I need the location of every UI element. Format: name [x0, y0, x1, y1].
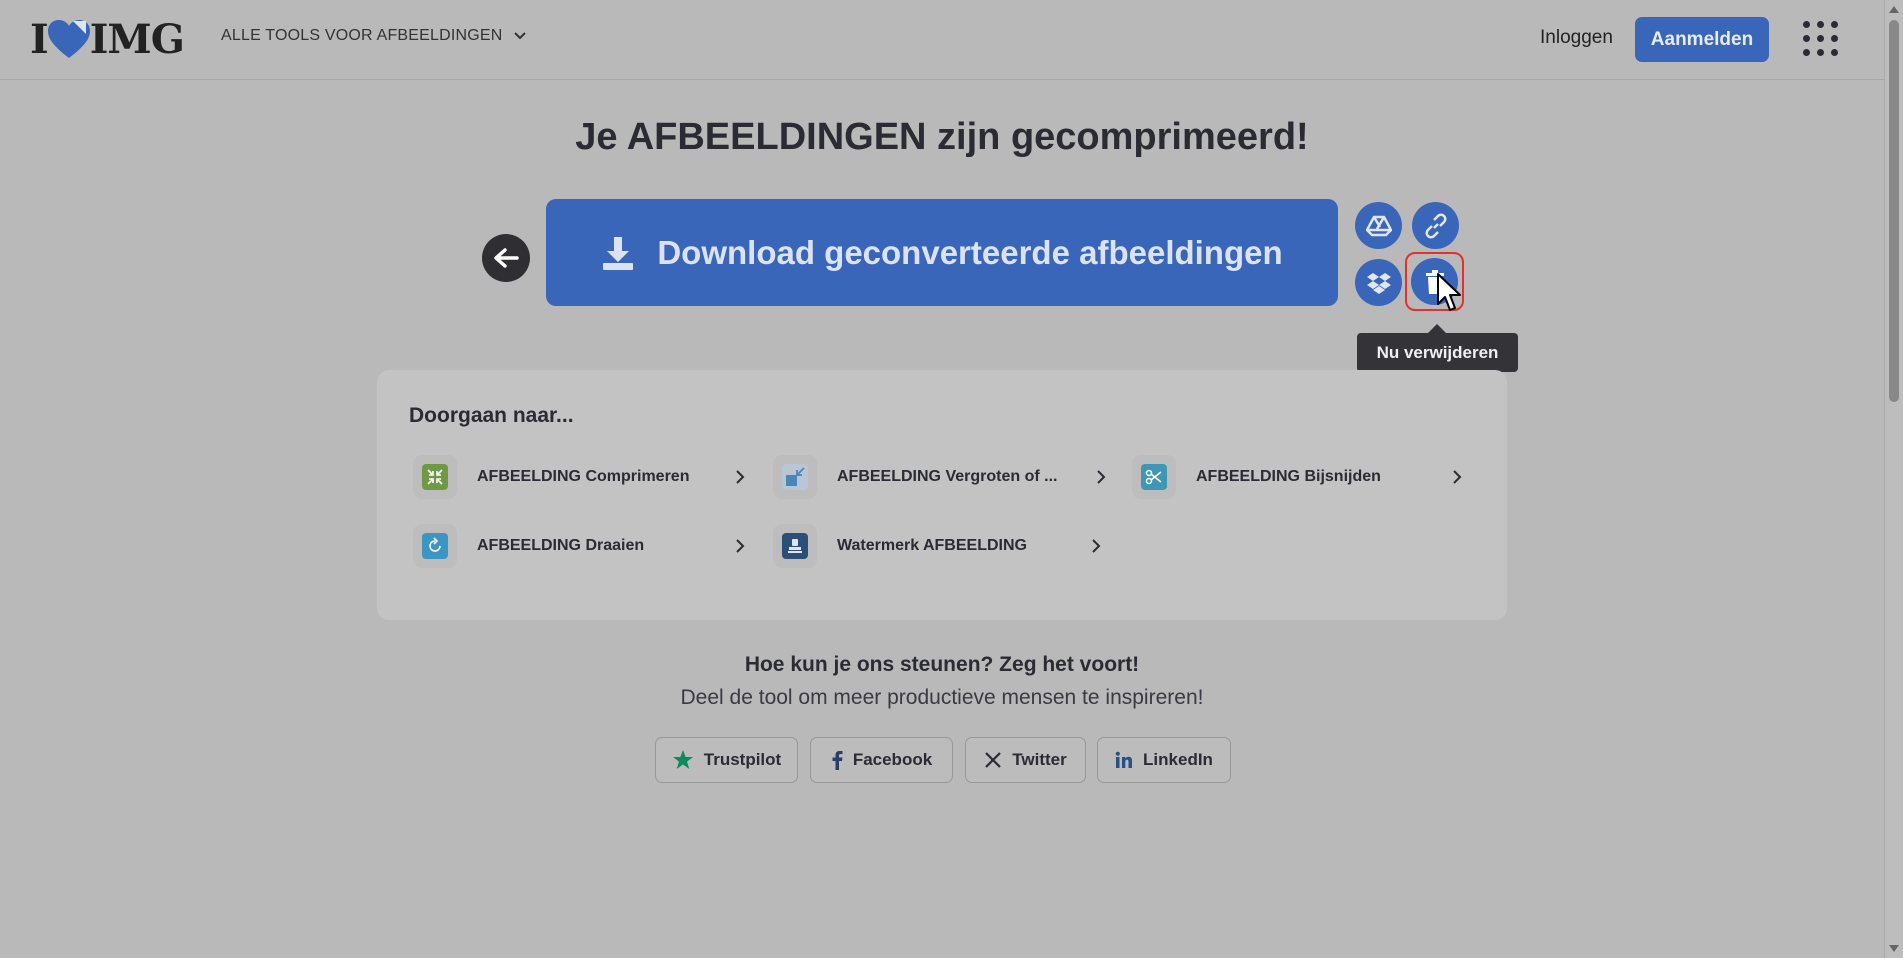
link-icon — [1425, 213, 1446, 238]
apps-grid-icon[interactable] — [1803, 21, 1839, 57]
download-label: Download geconverteerde afbeeldingen — [657, 233, 1283, 271]
support-title: Hoe kun je ons steunen? Zeg het voort! — [744, 653, 1140, 676]
rotate-icon — [413, 524, 457, 568]
stamp-icon — [773, 524, 817, 568]
compress-icon — [413, 455, 457, 499]
star-icon — [672, 750, 693, 769]
tool-label: AFBEELDING Bijsnijden — [1196, 468, 1381, 485]
google-drive-button[interactable] — [1355, 202, 1402, 249]
tool-rotate[interactable]: AFBEELDING Draaien — [413, 521, 745, 571]
scrollbar-thumb[interactable] — [1889, 20, 1899, 402]
vertical-scrollbar[interactable] — [1884, 0, 1903, 958]
download-button[interactable]: Download geconverteerde afbeeldingen — [546, 199, 1338, 306]
download-icon — [603, 236, 634, 270]
ilovimg-logo[interactable]: I IMG — [30, 15, 185, 63]
top-header: I IMG ALLE TOOLS VOOR AFBEELDINGEN Inlog… — [0, 0, 1884, 80]
scissors-icon — [1132, 455, 1176, 499]
delete-tooltip: Nu verwijderen — [1357, 324, 1518, 372]
tool-crop[interactable]: AFBEELDING Bijsnijden — [1132, 452, 1467, 502]
continue-heading: Doorgaan naar... — [409, 404, 574, 427]
logo-text-img: IMG — [89, 15, 185, 63]
tool-label: Watermerk AFBEELDING — [837, 537, 1027, 554]
twitter-label: Twitter — [1012, 750, 1067, 769]
continue-panel: Doorgaan naar... AFBEELDING Comprimeren … — [377, 370, 1507, 620]
facebook-button[interactable]: Facebook — [810, 737, 953, 783]
chevron-right-icon — [1097, 470, 1106, 484]
signup-button[interactable]: Aanmelden — [1635, 17, 1769, 62]
resize-icon — [773, 455, 817, 499]
linkedin-icon — [1115, 751, 1133, 768]
google-drive-icon — [1365, 215, 1392, 236]
back-button[interactable] — [482, 234, 530, 282]
dropbox-icon — [1366, 272, 1391, 294]
linkedin-button[interactable]: LinkedIn — [1097, 737, 1231, 783]
heart-icon — [47, 20, 90, 58]
chevron-right-icon — [736, 470, 745, 484]
mouse-cursor-icon — [1437, 273, 1461, 311]
chevron-right-icon — [1453, 470, 1462, 484]
chevron-right-icon — [736, 539, 745, 553]
x-twitter-icon — [985, 752, 1002, 768]
trustpilot-label: Trustpilot — [703, 750, 782, 769]
dropbox-button[interactable] — [1355, 259, 1402, 306]
scroll-up-arrow-icon[interactable] — [1889, 6, 1899, 13]
copy-link-button[interactable] — [1412, 202, 1459, 249]
chevron-down-icon — [513, 32, 526, 40]
trustpilot-button[interactable]: Trustpilot — [655, 737, 798, 783]
tool-label: AFBEELDING Draaien — [477, 537, 645, 554]
tool-label: AFBEELDING Vergroten of ... — [837, 468, 1058, 485]
all-tools-label: ALLE TOOLS VOOR AFBEELDINGEN — [221, 27, 503, 44]
chevron-right-icon — [1092, 539, 1101, 553]
tool-compress[interactable]: AFBEELDING Comprimeren — [413, 452, 745, 502]
tool-watermark[interactable]: Watermerk AFBEELDING — [773, 521, 1105, 571]
facebook-icon — [832, 751, 843, 770]
linkedin-label: LinkedIn — [1143, 750, 1213, 769]
support-subtitle: Deel de tool om meer productieve mensen … — [680, 686, 1204, 709]
tool-label: AFBEELDING Comprimeren — [477, 468, 690, 485]
arrow-left-icon — [494, 248, 519, 268]
twitter-button[interactable]: Twitter — [965, 737, 1086, 783]
all-tools-dropdown[interactable]: ALLE TOOLS VOOR AFBEELDINGEN — [221, 27, 527, 45]
login-link[interactable]: Inloggen — [1540, 27, 1613, 49]
scroll-down-arrow-icon[interactable] — [1889, 945, 1899, 952]
facebook-label: Facebook — [852, 750, 933, 769]
tool-resize[interactable]: AFBEELDING Vergroten of ... — [773, 452, 1106, 502]
page-title: Je AFBEELDINGEN zijn gecomprimeerd! — [575, 116, 1309, 158]
